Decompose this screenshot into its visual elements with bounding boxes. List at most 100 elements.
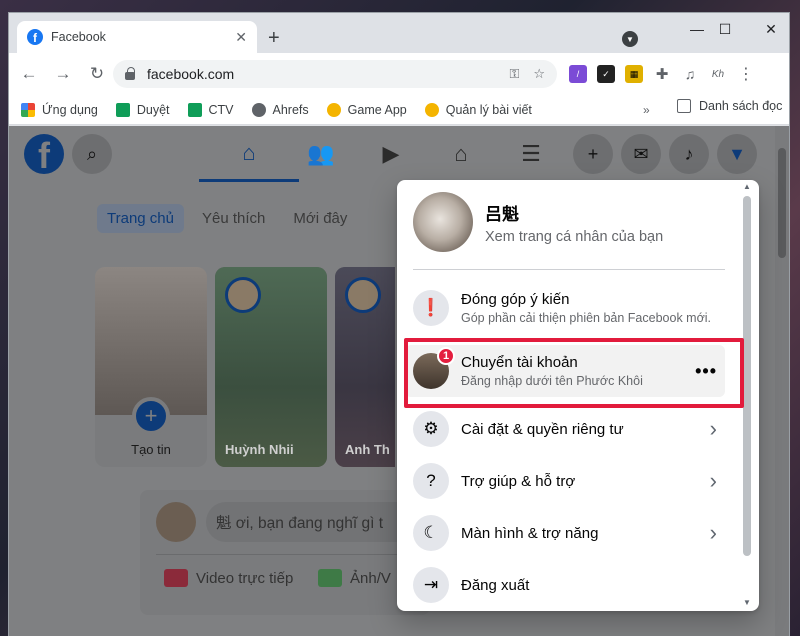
bookmark-label: CTV: [208, 102, 234, 117]
notifications-bell-icon[interactable]: ♪: [669, 134, 709, 174]
page-scrollbar-thumb[interactable]: [778, 148, 786, 258]
menu-item-help-support[interactable]: ? Trợ giúp & hỗ trợ ›: [405, 455, 725, 507]
bookmark-star-icon[interactable]: ☆: [533, 66, 545, 82]
close-tab-icon[interactable]: ✕: [235, 29, 247, 46]
reading-list-label: Danh sách đọc: [699, 99, 783, 113]
add-story-plus-icon[interactable]: +: [132, 397, 170, 435]
feedback-icon: ❗: [413, 290, 449, 326]
live-video-icon: [164, 569, 188, 587]
extension-pen-icon[interactable]: /: [569, 65, 587, 83]
bookmark-label: Ahrefs: [272, 102, 309, 117]
moon-icon: ☾: [413, 515, 449, 551]
post-composer: 魁 ơi, bạn đang nghĩ gì t Video trực tiếp…: [140, 490, 436, 615]
extensions-area: / ✓ ▦ ✚ ♫ Kh ⋮: [569, 65, 755, 83]
tab-home[interactable]: Trang chủ: [97, 204, 184, 233]
photo-label: Ảnh/V: [350, 569, 391, 587]
reading-list-button[interactable]: Danh sách đọc: [677, 99, 782, 113]
globe-icon: [251, 102, 266, 117]
bookmarks-overflow-button[interactable]: »: [643, 103, 650, 117]
menu-scrollbar-thumb[interactable]: [743, 196, 751, 556]
tab-facebook[interactable]: f Facebook ✕: [17, 21, 257, 53]
lock-icon[interactable]: [125, 67, 135, 80]
runner-icon: [326, 102, 341, 117]
bookmark-label: Ứng dụng: [42, 102, 98, 117]
menu-item-title: Cài đặt & quyền riêng tư: [461, 420, 624, 438]
media-control-icon[interactable]: ♫: [681, 65, 699, 83]
composer-avatar: [156, 502, 196, 542]
bookmark-label: Quản lý bài viết: [445, 102, 532, 117]
browser-toolbar: ← → ↻ facebook.com ⚿ ☆ / ✓ ▦ ✚ ♫ Kh ⋮: [9, 53, 789, 95]
help-question-icon: ?: [413, 463, 449, 499]
menu-item-title: Đóng góp ý kiến: [461, 291, 570, 308]
maximize-button[interactable]: ☐: [711, 21, 739, 38]
reload-button[interactable]: ↻: [83, 64, 111, 84]
runner-icon: [424, 102, 439, 117]
extensions-puzzle-icon[interactable]: ✚: [653, 65, 671, 83]
gear-icon: ⚙: [413, 411, 449, 447]
close-window-button[interactable]: ✕: [757, 21, 785, 38]
logout-door-icon: ⇥: [413, 567, 449, 603]
story-card[interactable]: Anh Th: [335, 267, 395, 467]
menu-item-title: Trợ giúp & hỗ trợ: [461, 472, 576, 490]
scroll-down-arrow-icon[interactable]: ▼: [743, 598, 751, 607]
menu-item-logout[interactable]: ⇥ Đăng xuất: [405, 559, 725, 611]
feed-tabs: Trang chủ Yêu thích Mới đây: [97, 204, 357, 233]
menu-item-settings-privacy[interactable]: ⚙ Cài đặt & quyền riêng tư ›: [405, 403, 725, 455]
minimize-button[interactable]: —: [683, 21, 711, 37]
scroll-up-arrow-icon[interactable]: ▲: [743, 182, 751, 191]
extension-check-icon[interactable]: ✓: [597, 65, 615, 83]
sheets-icon: [115, 102, 130, 117]
create-story-label: Tạo tin: [131, 442, 171, 457]
bookmark-ahrefs[interactable]: Ahrefs: [251, 102, 309, 117]
story-name: Anh Th: [345, 442, 390, 457]
bookmark-apps[interactable]: Ứng dụng: [21, 102, 98, 117]
search-icon[interactable]: ⌕: [72, 134, 112, 174]
address-bar[interactable]: facebook.com ⚿ ☆: [113, 60, 557, 88]
bookmark-ctv[interactable]: CTV: [187, 102, 234, 117]
tab-recent[interactable]: Mới đây: [283, 204, 357, 233]
bookmarks-bar: Ứng dụng Duyệt CTV Ahrefs Game App Quản …: [9, 95, 789, 125]
live-video-label: Video trực tiếp: [196, 569, 294, 587]
profile-avatar: [413, 192, 473, 252]
chevron-right-icon: ›: [709, 520, 717, 545]
tab-search-icon[interactable]: ▼: [622, 31, 638, 47]
highlight-annotation-box: [404, 338, 744, 408]
story-avatar: [225, 277, 261, 313]
story-name: Huỳnh Nhii: [225, 442, 294, 457]
forward-button[interactable]: →: [49, 64, 77, 84]
browser-menu-icon[interactable]: ⋮: [737, 65, 755, 83]
profile-link[interactable]: 吕魁 Xem trang cá nhân của bạn: [413, 192, 663, 252]
story-card[interactable]: Huỳnh Nhii: [215, 267, 327, 467]
extension-yellow-icon[interactable]: ▦: [625, 65, 643, 83]
bookmark-label: Duyệt: [136, 102, 170, 117]
apps-grid-icon: [21, 102, 35, 117]
bookmark-game-app[interactable]: Game App: [326, 102, 407, 117]
tab-strip: f Facebook ✕ + ▼ — ☐ ✕: [9, 13, 789, 53]
menu-item-title: Màn hình & trợ năng: [461, 524, 599, 542]
tab-favorites[interactable]: Yêu thích: [192, 204, 275, 233]
photo-video-button[interactable]: Ảnh/V: [318, 569, 391, 587]
back-button[interactable]: ←: [15, 64, 43, 84]
menu-icon[interactable]: ☰: [481, 126, 581, 182]
facebook-header: f ⌕ ⌂ 👥 ▶ ⌂ ☰ + ✉ ♪ ▼: [9, 126, 775, 182]
menu-item-display-accessibility[interactable]: ☾ Màn hình & trợ năng ›: [405, 507, 725, 559]
new-tab-button[interactable]: +: [268, 27, 280, 50]
create-plus-icon[interactable]: +: [573, 134, 613, 174]
facebook-logo-icon[interactable]: f: [24, 134, 64, 174]
create-story-card[interactable]: + Tạo tin: [95, 267, 207, 467]
key-icon[interactable]: ⚿: [509, 66, 519, 82]
account-chevron-down-icon[interactable]: ▼: [717, 134, 757, 174]
menu-item-title: Đăng xuất: [461, 576, 530, 594]
menu-item-feedback[interactable]: ❗ Đóng góp ý kiến Góp phần cải thiện phi…: [405, 280, 725, 336]
chevron-right-icon: ›: [709, 416, 717, 441]
bookmark-quan-ly[interactable]: Quản lý bài viết: [424, 102, 532, 117]
bookmark-duyet[interactable]: Duyệt: [115, 102, 170, 117]
menu-divider: [413, 269, 725, 270]
messenger-icon[interactable]: ✉: [621, 134, 661, 174]
live-video-button[interactable]: Video trực tiếp: [164, 569, 293, 587]
profile-subtitle: Xem trang cá nhân của bạn: [485, 228, 664, 245]
extension-script-icon[interactable]: Kh: [709, 65, 727, 83]
url-text: facebook.com: [147, 66, 235, 82]
photo-icon: [318, 569, 342, 587]
page-scrollbar[interactable]: [775, 126, 789, 636]
